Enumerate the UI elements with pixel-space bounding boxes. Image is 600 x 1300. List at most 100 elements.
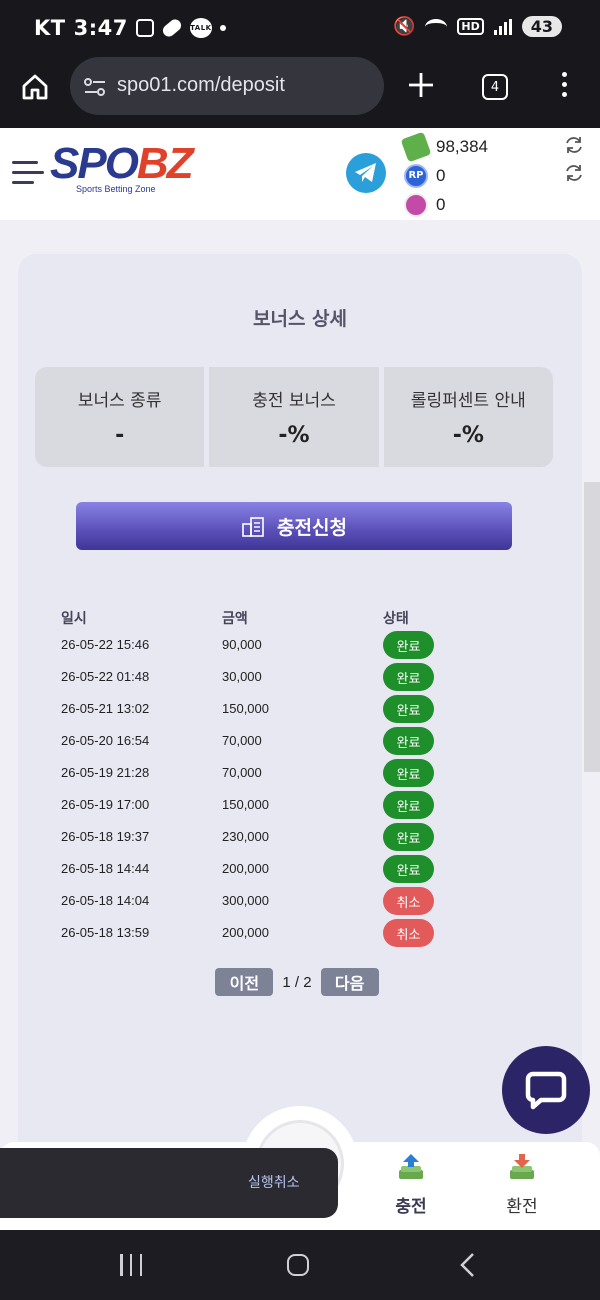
column-header-status: 상태 (383, 611, 409, 627)
bonus-type-cell: 보너스 종류 - (35, 367, 205, 467)
nav-label-withdraw: 환전 (506, 1197, 538, 1217)
deposit-bonus-value: -% (278, 423, 310, 448)
table-row: 26-05-18 13:59 200,000 취소 (35, 917, 559, 949)
building-icon (242, 517, 264, 537)
deposit-card: 보너스 상세 보너스 종류 - 충전 보너스 -% 롤링퍼센트 안내 -% 충전… (18, 254, 582, 1230)
row-amount: 70,000 (222, 733, 262, 748)
table-row: 26-05-18 19:37 230,000 완료 (35, 821, 559, 853)
undo-toast: 실행취소 (0, 1148, 338, 1218)
signal-icon (493, 18, 512, 35)
balance-money-row: 98,384 (400, 131, 488, 162)
telegram-button[interactable] (346, 153, 386, 193)
nav-item-deposit[interactable]: 충전 (371, 1152, 451, 1217)
row-amount: 90,000 (222, 637, 262, 652)
row-amount: 230,000 (222, 829, 269, 844)
coin-icon (404, 192, 428, 217)
page-content: SPOBZ Sports Betting Zone 98,384 RP 0 0 … (0, 128, 600, 1230)
row-date: 26-05-20 16:54 (61, 733, 150, 748)
hd-icon: HD (457, 18, 484, 35)
chat-icon (525, 1071, 567, 1110)
table-row: 26-05-19 21:28 70,000 완료 (35, 757, 559, 789)
status-badge: 취소 (383, 919, 434, 947)
browser-toolbar: spo01.com/deposit 4 (0, 56, 600, 128)
clock: 3:47 (73, 16, 128, 40)
table-row: 26-05-18 14:04 300,000 취소 (35, 885, 559, 917)
status-badge: 완료 (383, 631, 434, 659)
row-date: 26-05-19 21:28 (61, 765, 150, 780)
bonus-grid: 보너스 종류 - 충전 보너스 -% 롤링퍼센트 안내 -% (35, 367, 553, 467)
row-date: 26-05-21 13:02 (61, 701, 150, 716)
balance-panel: 98,384 RP 0 0 (400, 131, 488, 219)
row-date: 26-05-18 14:44 (61, 861, 150, 876)
card-title: 보너스 상세 (252, 308, 347, 330)
kakaotalk-icon: TALK (189, 18, 212, 38)
bonus-type-value: - (115, 423, 125, 448)
site-settings-icon[interactable] (83, 76, 107, 98)
side-banner (584, 482, 600, 772)
table-row: 26-05-21 13:02 150,000 완료 (35, 693, 559, 725)
deposit-bonus-label: 충전 보너스 (252, 391, 336, 411)
deposit-history-table: 일시 금액 상태 26-05-22 15:46 90,000 완료 26-05-… (35, 580, 559, 1020)
prev-page-button[interactable]: 이전 (215, 968, 274, 996)
money-icon (400, 131, 432, 162)
screenshot-icon (135, 19, 154, 37)
logo-text-spo: SPO (50, 139, 139, 188)
table-row: 26-05-20 16:54 70,000 완료 (35, 725, 559, 757)
plus-icon (409, 73, 433, 97)
deposit-request-button[interactable]: 충전신청 (76, 502, 512, 550)
live-chat-button[interactable] (502, 1046, 590, 1134)
deposit-request-label: 충전신청 (277, 516, 347, 539)
undo-button[interactable]: 실행취소 (248, 1172, 300, 1192)
mute-icon: 🔇 (392, 16, 416, 37)
logo-text-bz: BZ (136, 139, 194, 188)
battery-indicator: 43 (521, 16, 562, 37)
column-header-date: 일시 (61, 611, 87, 627)
system-nav-bar (0, 1230, 600, 1300)
status-left: KT 3:47 TALK (34, 16, 226, 40)
table-row: 26-05-22 15:46 90,000 완료 (35, 629, 559, 661)
row-date: 26-05-22 15:46 (61, 637, 150, 652)
address-bar[interactable]: spo01.com/deposit (70, 57, 384, 115)
browser-menu-button[interactable] (562, 72, 568, 100)
status-badge: 완료 (383, 695, 434, 723)
nav-label-deposit: 충전 (395, 1197, 427, 1217)
wifi-icon (425, 18, 448, 35)
row-amount: 70,000 (222, 765, 262, 780)
deposit-bonus-cell: 충전 보너스 -% (209, 367, 379, 467)
balance-rp: 0 (436, 165, 446, 185)
next-page-button[interactable]: 다음 (320, 968, 379, 996)
tab-switcher-button[interactable]: 4 (482, 74, 508, 100)
status-right: 🔇 HD 43 (393, 16, 562, 37)
row-amount: 200,000 (222, 925, 269, 940)
new-tab-button[interactable] (407, 68, 435, 108)
telegram-icon (355, 163, 376, 182)
recent-apps-button[interactable] (120, 1254, 142, 1276)
system-home-button[interactable] (287, 1254, 309, 1276)
status-badge: 완료 (383, 791, 434, 819)
status-badge: 완료 (383, 855, 434, 883)
pill-icon (160, 16, 184, 40)
row-amount: 30,000 (222, 669, 262, 684)
page-indicator: 1 / 2 (282, 973, 312, 991)
row-date: 26-05-18 14:04 (61, 893, 150, 908)
row-date: 26-05-19 17:00 (61, 797, 150, 812)
browser-home-button[interactable] (20, 72, 50, 102)
row-date: 26-05-18 13:59 (61, 925, 150, 940)
table-row: 26-05-19 17:00 150,000 완료 (35, 789, 559, 821)
nav-item-withdraw[interactable]: 환전 (482, 1152, 562, 1217)
menu-icon[interactable] (12, 158, 44, 186)
refresh-rp-icon[interactable] (564, 163, 584, 183)
row-amount: 200,000 (222, 861, 269, 876)
rolling-percent-cell: 롤링퍼센트 안내 -% (383, 367, 553, 467)
site-header: SPOBZ Sports Betting Zone 98,384 RP 0 0 (0, 128, 600, 220)
row-amount: 150,000 (222, 797, 269, 812)
back-button[interactable] (458, 1252, 478, 1278)
rolling-percent-value: -% (452, 423, 484, 448)
column-header-amount: 금액 (222, 611, 248, 627)
balance-money: 98,384 (436, 136, 488, 156)
site-logo[interactable]: SPOBZ Sports Betting Zone (50, 139, 194, 195)
table-row: 26-05-22 01:48 30,000 완료 (35, 661, 559, 693)
refresh-money-icon[interactable] (564, 135, 584, 155)
rolling-percent-label: 롤링퍼센트 안내 (410, 391, 526, 411)
row-amount: 150,000 (222, 701, 269, 716)
